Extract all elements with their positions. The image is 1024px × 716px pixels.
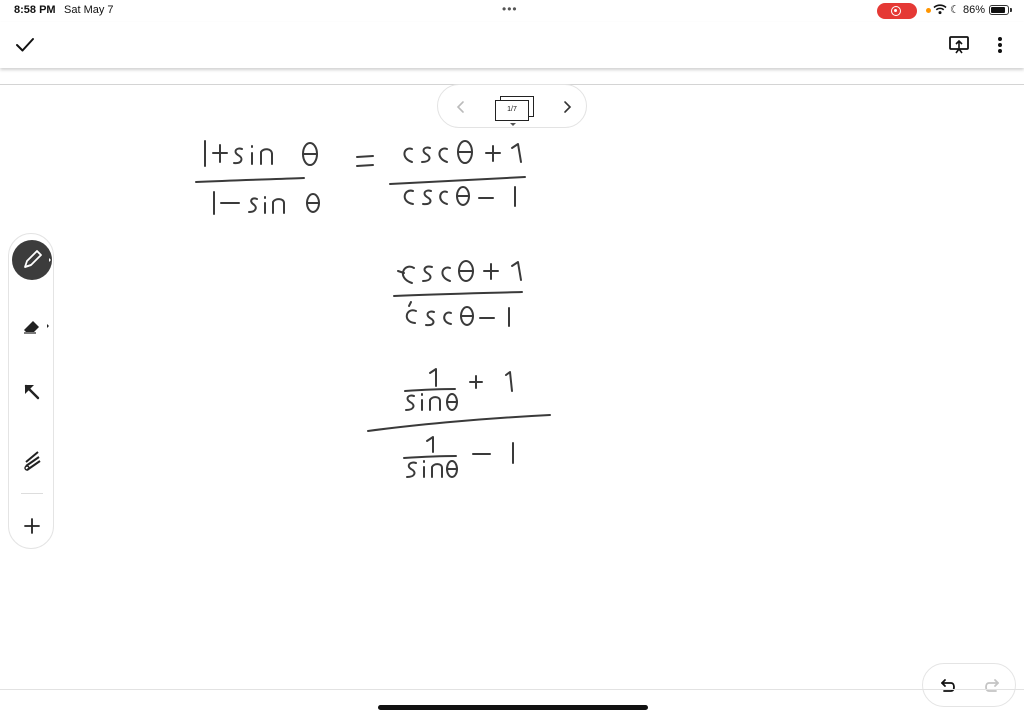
status-date: Sat May 7 [64,4,114,16]
undo-icon[interactable] [935,674,959,698]
handwritten-fraction-step3 [367,368,551,478]
wifi-icon [933,4,947,15]
battery-fill [991,7,1005,13]
redo-icon[interactable] [981,674,1005,698]
bottom-divider [0,689,1024,690]
multitasking-dots-icon[interactable]: ••• [502,2,518,16]
moon-icon: ☾ [950,4,960,16]
status-bar: 8:58 PM Sat May 7 ••• ☾ 86% [0,0,1024,22]
recording-icon[interactable] [877,3,917,19]
history-controls [922,663,1016,707]
handwritten-equals [356,155,374,167]
status-time: 8:58 PM [14,4,56,16]
home-indicator[interactable] [378,705,648,710]
drawing-canvas[interactable] [0,86,1024,690]
handwritten-fraction-step2 [393,260,523,327]
checkmark-icon[interactable] [14,34,36,56]
handwriting-layer [195,140,551,478]
mic-indicator-icon [926,8,931,13]
top-toolbar [0,22,1024,68]
battery-percent: 86% [963,4,986,16]
handwritten-fraction-rhs [389,140,526,207]
more-vertical-icon[interactable] [990,34,1010,56]
battery-tip [1010,8,1012,12]
present-icon[interactable] [948,34,970,56]
battery-icon [989,5,1009,15]
handwritten-fraction-lhs [195,140,320,215]
